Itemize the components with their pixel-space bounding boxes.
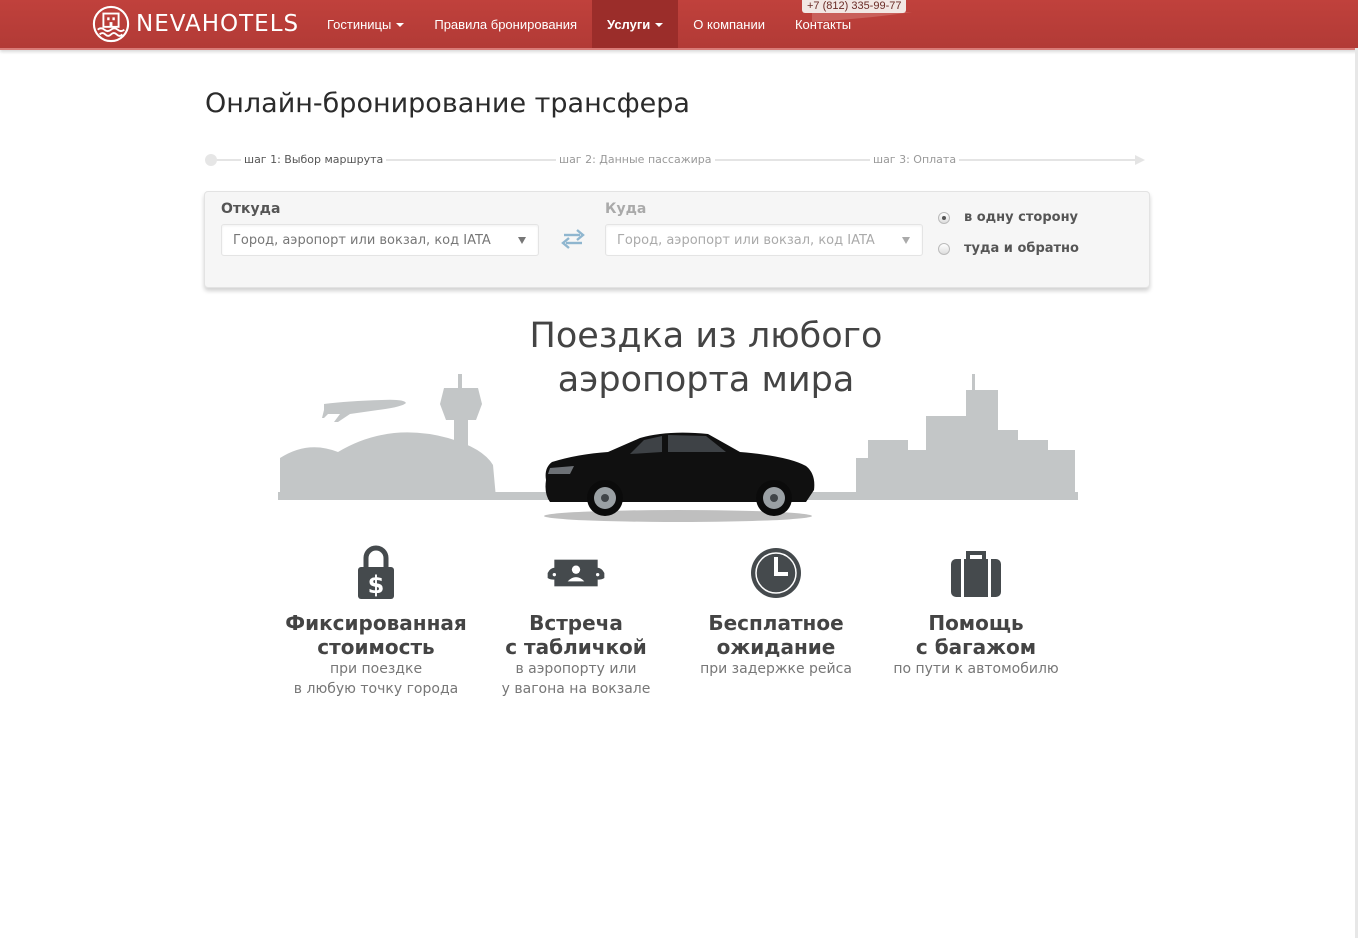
dropdown-arrow-icon	[902, 237, 910, 244]
feature-desc-line: в аэропорту или	[515, 661, 637, 677]
name-sign-icon	[547, 559, 605, 587]
logo-text: NEVAHOTELS	[136, 11, 300, 37]
to-select[interactable]: Город, аэропорт или вокзал, код IATA	[605, 224, 923, 256]
navbar: NEVAHOTELS Гостиницы Правила бронировани…	[0, 0, 1358, 50]
feature-meeting-sign: Встреча с табличкой в аэропорту или у ва…	[466, 545, 686, 699]
to-label: Куда	[605, 201, 647, 217]
phone-tag-swoosh	[812, 12, 912, 22]
feature-desc-line: по пути к автомобилю	[893, 661, 1059, 677]
feature-description: в аэропорту или у вагона на вокзале	[466, 659, 686, 699]
feature-luggage-help: Помощь с багажом по пути к автомобилю	[866, 545, 1086, 679]
to-placeholder: Город, аэропорт или вокзал, код IATA	[617, 233, 875, 248]
feature-title-line: стоимость	[317, 635, 435, 659]
feature-desc-line: при задержке рейса	[700, 661, 852, 677]
nav-item-booking-rules[interactable]: Правила бронирования	[419, 0, 592, 48]
feature-title-line: Помощь	[928, 611, 1024, 635]
from-label: Откуда	[221, 201, 281, 217]
nav-label: О компании	[693, 16, 765, 32]
feature-desc-line: у вагона на вокзале	[501, 681, 651, 697]
nav-label: Услуги	[607, 16, 651, 32]
feature-title-line: Встреча	[529, 611, 623, 635]
feature-title-line: ожидание	[716, 635, 836, 659]
feature-description: при поездке в любую точку города	[266, 659, 486, 699]
svg-text:$: $	[368, 571, 385, 599]
nav-item-hotels[interactable]: Гостиницы	[312, 0, 419, 48]
feature-title: Бесплатное ожидание	[666, 611, 886, 659]
main-nav: Гостиницы Правила бронирования Услуги О …	[312, 0, 866, 48]
feature-title: Помощь с багажом	[866, 611, 1086, 659]
feature-description: по пути к автомобилю	[866, 659, 1086, 679]
hero-line-1: Поездка из любого	[529, 316, 883, 356]
feature-title-line: с табличкой	[505, 635, 647, 659]
swap-direction-icon[interactable]	[560, 228, 586, 250]
steps-arrow-icon	[1135, 155, 1145, 165]
feature-title: Встреча с табличкой	[466, 611, 686, 659]
radio-round-trip[interactable]: туда и обратно	[938, 241, 1079, 256]
phone-number[interactable]: +7 (812) 335-99-77	[802, 0, 907, 13]
feature-desc-line: в любую точку города	[293, 681, 459, 697]
dropdown-arrow-icon	[518, 237, 526, 244]
feature-title-line: Бесплатное	[708, 611, 844, 635]
nav-item-about[interactable]: О компании	[678, 0, 780, 48]
step-1: шаг 1: Выбор маршрута	[241, 153, 387, 166]
feature-free-waiting: Бесплатное ожидание при задержке рейса	[666, 545, 886, 679]
step-3: шаг 3: Оплата	[870, 153, 960, 166]
nav-label: Гостиницы	[327, 16, 392, 32]
route-form: Откуда Город, аэропорт или вокзал, код I…	[204, 191, 1150, 288]
logo-link[interactable]: NEVAHOTELS	[92, 3, 299, 45]
airport-city-illustration	[278, 374, 1078, 522]
chevron-down-icon	[396, 23, 405, 27]
radio-button[interactable]	[938, 242, 950, 255]
radio-button-checked[interactable]	[938, 211, 950, 224]
logo-icon	[92, 5, 130, 43]
step-2: шаг 2: Данные пассажира	[556, 153, 715, 166]
radio-label: туда и обратно	[964, 241, 1079, 256]
chevron-down-icon	[655, 23, 664, 27]
clock-icon	[751, 548, 801, 598]
car-icon	[544, 432, 815, 522]
feature-description: при задержке рейса	[666, 659, 886, 679]
lock-dollar-icon: $	[358, 545, 394, 599]
feature-title-line: с багажом	[915, 635, 1037, 659]
page-title: Онлайн-бронирование трансфера	[205, 88, 690, 119]
radio-one-way[interactable]: в одну сторону	[938, 210, 1078, 225]
suitcase-icon	[951, 551, 1001, 597]
steps-start-dot	[205, 154, 217, 166]
feature-fixed-price: $ Фиксированная стоимость при поездке в …	[266, 545, 486, 699]
from-placeholder: Город, аэропорт или вокзал, код IATA	[233, 233, 491, 248]
nav-item-services[interactable]: Услуги	[592, 0, 679, 48]
feature-title: Фиксированная стоимость	[266, 611, 486, 659]
nav-label: Правила бронирования	[434, 16, 578, 32]
feature-desc-line: при поездке	[329, 661, 423, 677]
booking-steps: шаг 1: Выбор маршрута шаг 2: Данные пасс…	[205, 150, 1145, 170]
from-select[interactable]: Город, аэропорт или вокзал, код IATA	[221, 224, 539, 256]
radio-label: в одну сторону	[964, 210, 1079, 225]
feature-title-line: Фиксированная	[285, 611, 467, 635]
